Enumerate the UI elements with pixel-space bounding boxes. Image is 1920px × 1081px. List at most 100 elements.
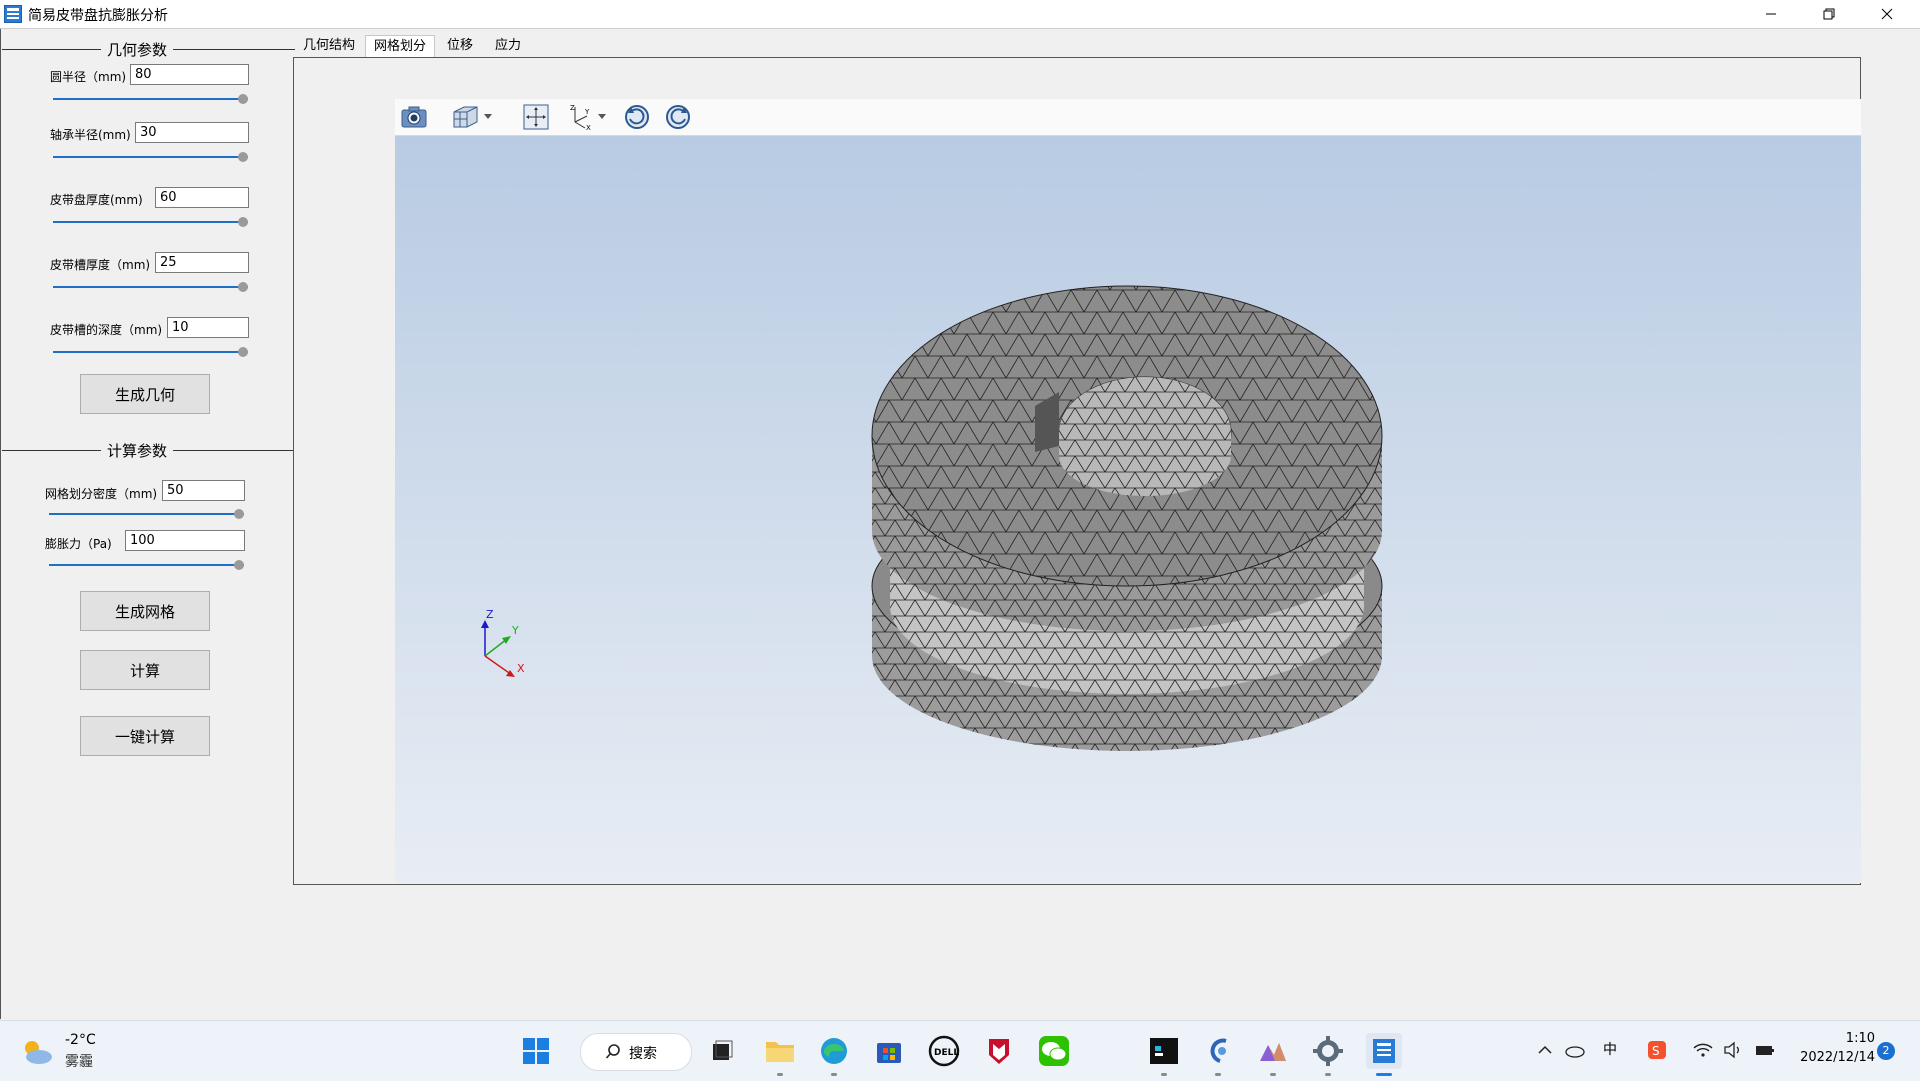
- terminal-icon: [1150, 1038, 1178, 1064]
- edge-button[interactable]: [816, 1033, 852, 1076]
- wechat-button[interactable]: [1036, 1033, 1072, 1069]
- groove-thickness-input[interactable]: [155, 252, 249, 273]
- running-indicator: [1161, 1073, 1167, 1076]
- restore-icon: [1823, 8, 1835, 20]
- close-icon: [1881, 8, 1893, 20]
- mesh-density-input[interactable]: [162, 480, 245, 501]
- wechat-icon: [1039, 1036, 1069, 1066]
- pulley-thickness-input[interactable]: [155, 187, 249, 208]
- running-indicator: [831, 1073, 837, 1076]
- slider-thumb[interactable]: [234, 509, 244, 519]
- groove-depth-label: 皮带槽的深度（mm): [50, 323, 163, 337]
- mesh-density-slider[interactable]: [49, 509, 244, 519]
- notification-count: 2: [1882, 1044, 1890, 1057]
- volume-icon[interactable]: [1722, 1039, 1744, 1061]
- sogou-ime-icon[interactable]: S: [1646, 1039, 1668, 1061]
- app-s-button[interactable]: [1200, 1033, 1236, 1076]
- slider-thumb[interactable]: [238, 217, 248, 227]
- onedrive-cloud-icon[interactable]: [1564, 1039, 1586, 1061]
- taskbar-search[interactable]: 搜索: [580, 1033, 692, 1071]
- slider-thumb[interactable]: [238, 347, 248, 357]
- weather-cloud-sun-icon: [25, 1041, 52, 1064]
- file-explorer-icon: [766, 1042, 794, 1062]
- axes-orientation-icon[interactable]: Z Y X: [565, 102, 611, 132]
- pulley-mesh-model: [871, 285, 1383, 751]
- 3d-viewport[interactable]: Z Y X: [395, 136, 1861, 883]
- tab-stress[interactable]: 应力: [488, 35, 528, 57]
- pulley-thickness-label: 皮带盘厚度(mm): [50, 193, 143, 207]
- one-click-compute-button[interactable]: 一键计算: [80, 716, 210, 756]
- app-chart-icon: [1260, 1043, 1286, 1061]
- task-view-icon: [713, 1040, 733, 1060]
- battery-icon[interactable]: [1754, 1039, 1776, 1061]
- close-button[interactable]: [1858, 0, 1916, 28]
- expansion-force-slider[interactable]: [49, 560, 244, 570]
- svg-text:Y: Y: [584, 108, 590, 116]
- calc-params-title: 计算参数: [101, 440, 174, 461]
- bearing-radius-input[interactable]: [135, 122, 249, 143]
- circle-radius-slider[interactable]: [53, 94, 248, 104]
- tab-mesh[interactable]: 网格划分: [365, 35, 435, 58]
- circle-radius-input[interactable]: [130, 64, 249, 85]
- slider-thumb[interactable]: [238, 152, 248, 162]
- chevron-up-icon[interactable]: [1534, 1039, 1556, 1061]
- terminal-button[interactable]: [1146, 1033, 1182, 1076]
- generate-mesh-button[interactable]: 生成网格: [80, 591, 210, 631]
- slider-track: [49, 564, 244, 566]
- this-app-button[interactable]: [1366, 1033, 1402, 1076]
- clock[interactable]: 1:10 2022/12/14: [1785, 1031, 1875, 1065]
- groove-thickness-label: 皮带槽厚度（mm): [50, 258, 151, 272]
- expansion-force-input[interactable]: [125, 530, 245, 551]
- app-chart-button[interactable]: [1255, 1033, 1291, 1076]
- start-button[interactable]: [518, 1033, 554, 1069]
- app-s-icon: [1210, 1038, 1227, 1063]
- slider-thumb[interactable]: [234, 560, 244, 570]
- slider-thumb[interactable]: [238, 94, 248, 104]
- view-cube-icon[interactable]: [449, 102, 495, 132]
- circle-radius-label: 圆半径（mm): [50, 70, 127, 84]
- windows-start-icon: [523, 1038, 549, 1064]
- svg-text:X: X: [586, 124, 591, 132]
- groove-depth-input[interactable]: [167, 317, 249, 338]
- title-bar: 简易皮带盘抗膨胀分析: [0, 0, 1920, 29]
- search-label: 搜索: [629, 1046, 657, 1062]
- settings-button[interactable]: [1310, 1033, 1346, 1076]
- pulley-thickness-slider[interactable]: [53, 217, 248, 227]
- tab-displacement[interactable]: 位移: [440, 35, 480, 57]
- rotate-ccw-icon[interactable]: [663, 102, 693, 132]
- dell-button[interactable]: DELL: [926, 1033, 962, 1069]
- svg-text:S: S: [1652, 1044, 1660, 1058]
- slider-track: [53, 98, 248, 100]
- clock-date: 2022/12/14: [1800, 1050, 1875, 1065]
- generate-geometry-button[interactable]: 生成几何: [80, 374, 210, 414]
- camera-icon[interactable]: [399, 102, 429, 132]
- wifi-icon[interactable]: [1692, 1039, 1714, 1061]
- store-button[interactable]: [871, 1033, 907, 1069]
- dell-icon: DELL: [928, 1035, 959, 1067]
- mesh-density-label: 网格划分密度（mm): [45, 487, 158, 501]
- expansion-force-label: 膨胀力（Pa): [45, 537, 112, 551]
- ime-indicator[interactable]: 中: [1599, 1039, 1621, 1061]
- compute-button[interactable]: 计算: [80, 650, 210, 690]
- weather-widget[interactable]: -2°C 雾霾: [20, 1031, 110, 1071]
- app-icon: [4, 5, 22, 23]
- restore-button[interactable]: [1800, 0, 1858, 28]
- active-indicator: [1376, 1073, 1392, 1076]
- fit-view-icon[interactable]: [521, 102, 551, 132]
- clock-time: 1:10: [1845, 1031, 1875, 1046]
- task-view-button[interactable]: [704, 1033, 740, 1069]
- minimize-button[interactable]: [1742, 0, 1800, 28]
- svg-text:Z: Z: [570, 104, 575, 112]
- bearing-radius-slider[interactable]: [53, 152, 248, 162]
- rotate-cw-icon[interactable]: [622, 102, 652, 132]
- slider-thumb[interactable]: [238, 282, 248, 292]
- tab-geometry[interactable]: 几何结构: [298, 35, 360, 57]
- settings-icon: [1313, 1036, 1343, 1066]
- slider-track: [49, 513, 244, 515]
- file-explorer-button[interactable]: [762, 1033, 798, 1076]
- window-title: 简易皮带盘抗膨胀分析: [28, 8, 168, 24]
- groove-depth-slider[interactable]: [53, 347, 248, 357]
- notification-badge[interactable]: 2: [1877, 1042, 1895, 1060]
- mcafee-button[interactable]: [981, 1033, 1017, 1069]
- groove-thickness-slider[interactable]: [53, 282, 248, 292]
